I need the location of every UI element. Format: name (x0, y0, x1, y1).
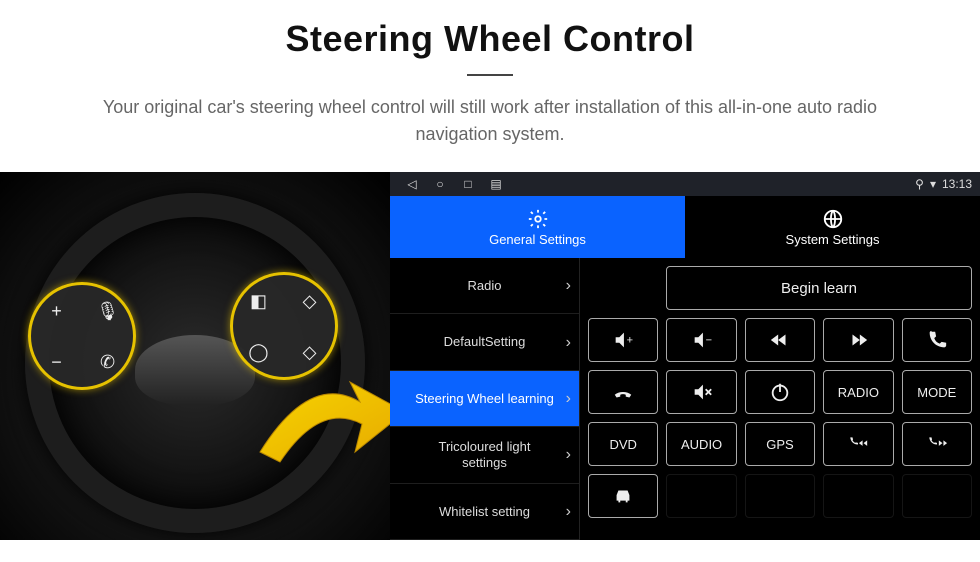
menu-label: Steering Wheel learning (415, 391, 554, 407)
steering-wheel-photo: + 🎙 − ✆ ◧ ◇ ◯ ◇ (0, 172, 390, 540)
button-label: GPS (766, 437, 793, 452)
button-label: AUDIO (681, 437, 722, 452)
chevron-right-icon: › (566, 502, 571, 521)
skip-previous-icon (769, 329, 791, 351)
chevron-right-icon: › (566, 276, 571, 295)
cycle-icon: ◯ (248, 343, 268, 361)
swc-button-grid: + − (588, 318, 972, 518)
settings-menu: Radio › DefaultSetting › Steering Wheel … (390, 258, 580, 540)
chevron-right-icon: › (566, 333, 571, 352)
begin-learn-button[interactable]: Begin learn (666, 266, 972, 310)
swc-power-button[interactable] (745, 370, 815, 414)
wifi-icon: ▾ (930, 177, 936, 191)
chevron-right-icon: › (566, 445, 571, 464)
menu-label: Tricoloured light settings (415, 439, 555, 470)
begin-learn-row: Begin learn (588, 266, 972, 310)
swc-empty-slot (902, 474, 972, 518)
menu-label: Radio (468, 278, 502, 294)
swc-prev-track-button[interactable] (745, 318, 815, 362)
menu-item-steering-wheel-learning[interactable]: Steering Wheel learning › (390, 371, 579, 427)
swc-car-button[interactable] (588, 474, 658, 518)
voice-icon: 🎙 (96, 302, 119, 320)
gear-icon (527, 208, 549, 230)
globe-gear-icon (822, 208, 844, 230)
svg-text:−: − (705, 335, 711, 347)
nav-home-icon[interactable]: ○ (426, 177, 454, 191)
clock-text: 13:13 (942, 177, 972, 191)
swc-phone-next-button[interactable] (902, 422, 972, 466)
swc-phone-prev-button[interactable] (823, 422, 893, 466)
button-label: MODE (917, 385, 956, 400)
phone-hangup-icon (612, 381, 634, 403)
swc-phone-answer-button[interactable] (902, 318, 972, 362)
minus-icon: − (51, 353, 62, 371)
menu-item-default-setting[interactable]: DefaultSetting › (390, 314, 579, 370)
skip-next-icon (847, 329, 869, 351)
phone-icon: ✆ (100, 353, 115, 371)
settings-tabs: General Settings System Settings (390, 196, 980, 258)
swc-radio-button[interactable]: RADIO (823, 370, 893, 414)
swc-mute-button[interactable] (666, 370, 736, 414)
volume-up-icon: + (612, 329, 634, 351)
settings-body: Radio › DefaultSetting › Steering Wheel … (390, 258, 980, 540)
swc-dvd-button[interactable]: DVD (588, 422, 658, 466)
swc-vol-up-button[interactable]: + (588, 318, 658, 362)
title-divider (467, 74, 513, 76)
car-icon (612, 485, 634, 507)
volume-down-icon: − (691, 329, 713, 351)
android-statusbar: ◁ ○ □ ▤ ⚲ ▾ 13:13 (390, 172, 980, 196)
menu-label: Whitelist setting (439, 504, 530, 520)
page-title: Steering Wheel Control (0, 18, 980, 60)
swc-vol-down-button[interactable]: − (666, 318, 736, 362)
volume-mute-icon (691, 381, 713, 403)
plus-icon: + (51, 302, 62, 320)
location-icon: ⚲ (915, 177, 924, 191)
main-panel: + 🎙 − ✆ ◧ ◇ ◯ ◇ ◁ ○ □ ▤ (0, 172, 980, 540)
phone-skip-next-icon (926, 433, 948, 455)
nav-app-icon[interactable]: ▤ (482, 177, 510, 191)
left-button-cluster: + 🎙 − ✆ (28, 282, 136, 390)
menu-label: DefaultSetting (444, 334, 526, 350)
nav-recents-icon[interactable]: □ (454, 177, 482, 191)
hero-header: Steering Wheel Control Your original car… (0, 0, 980, 148)
button-label: Begin learn (781, 280, 857, 297)
headunit-screen: ◁ ○ □ ▤ ⚲ ▾ 13:13 General Settings (390, 172, 980, 540)
svg-text:+: + (627, 335, 633, 347)
phone-skip-prev-icon (847, 433, 869, 455)
button-label: RADIO (838, 385, 879, 400)
power-icon (769, 381, 791, 403)
button-label: DVD (609, 437, 636, 452)
swc-phone-hangup-button[interactable] (588, 370, 658, 414)
menu-item-radio[interactable]: Radio › (390, 258, 579, 314)
phone-icon (926, 329, 948, 351)
diamond-up-icon: ◇ (303, 292, 317, 310)
swc-gps-button[interactable]: GPS (745, 422, 815, 466)
learning-content: Begin learn + − (580, 258, 980, 540)
tab-general-settings[interactable]: General Settings (390, 196, 685, 258)
tab-label: System Settings (786, 232, 880, 247)
swc-empty-slot (666, 474, 736, 518)
nav-back-icon[interactable]: ◁ (398, 177, 426, 191)
swc-audio-button[interactable]: AUDIO (666, 422, 736, 466)
tab-label: General Settings (489, 232, 586, 247)
right-button-cluster: ◧ ◇ ◯ ◇ (230, 272, 338, 380)
menu-item-whitelist[interactable]: Whitelist setting › (390, 484, 579, 540)
page-subtitle: Your original car's steering wheel contr… (60, 94, 920, 148)
swc-empty-slot (823, 474, 893, 518)
menu-item-tricoloured-light[interactable]: Tricoloured light settings › (390, 427, 579, 483)
chevron-right-icon: › (566, 389, 571, 408)
tab-system-settings[interactable]: System Settings (685, 196, 980, 258)
swc-mode-button[interactable]: MODE (902, 370, 972, 414)
swc-next-track-button[interactable] (823, 318, 893, 362)
source-icon: ◧ (250, 292, 267, 310)
swc-empty-slot (745, 474, 815, 518)
diamond-down-icon: ◇ (303, 343, 317, 361)
